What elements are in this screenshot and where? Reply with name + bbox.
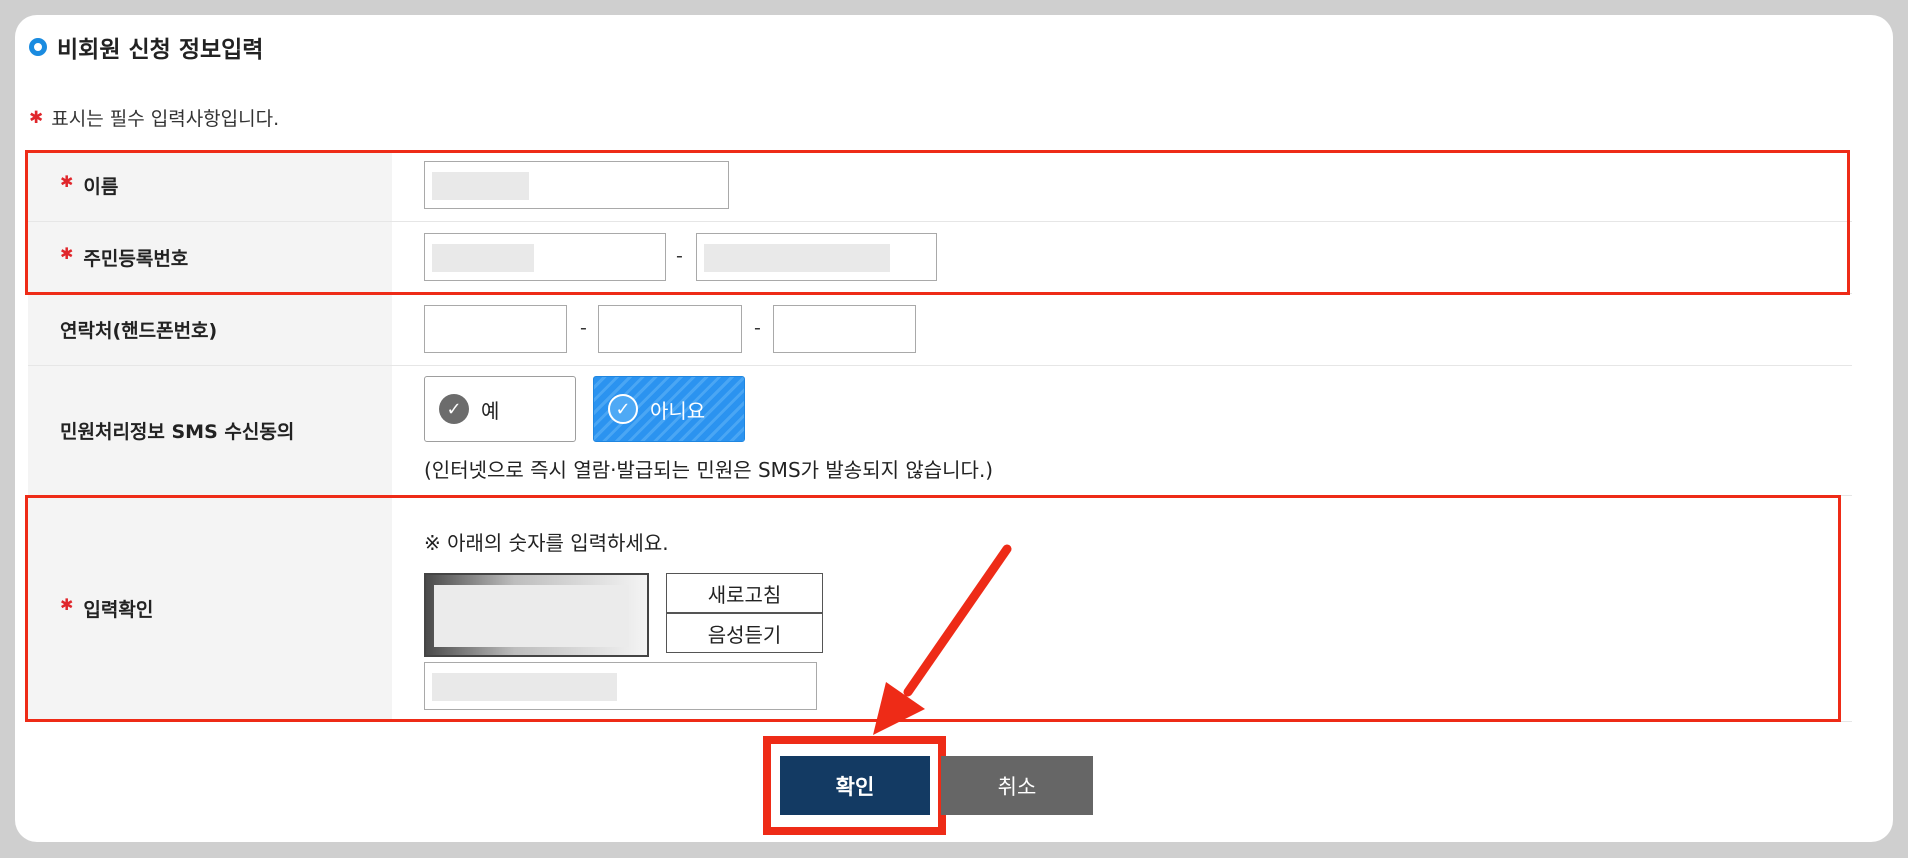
annotation-arrow-icon (873, 544, 1012, 735)
